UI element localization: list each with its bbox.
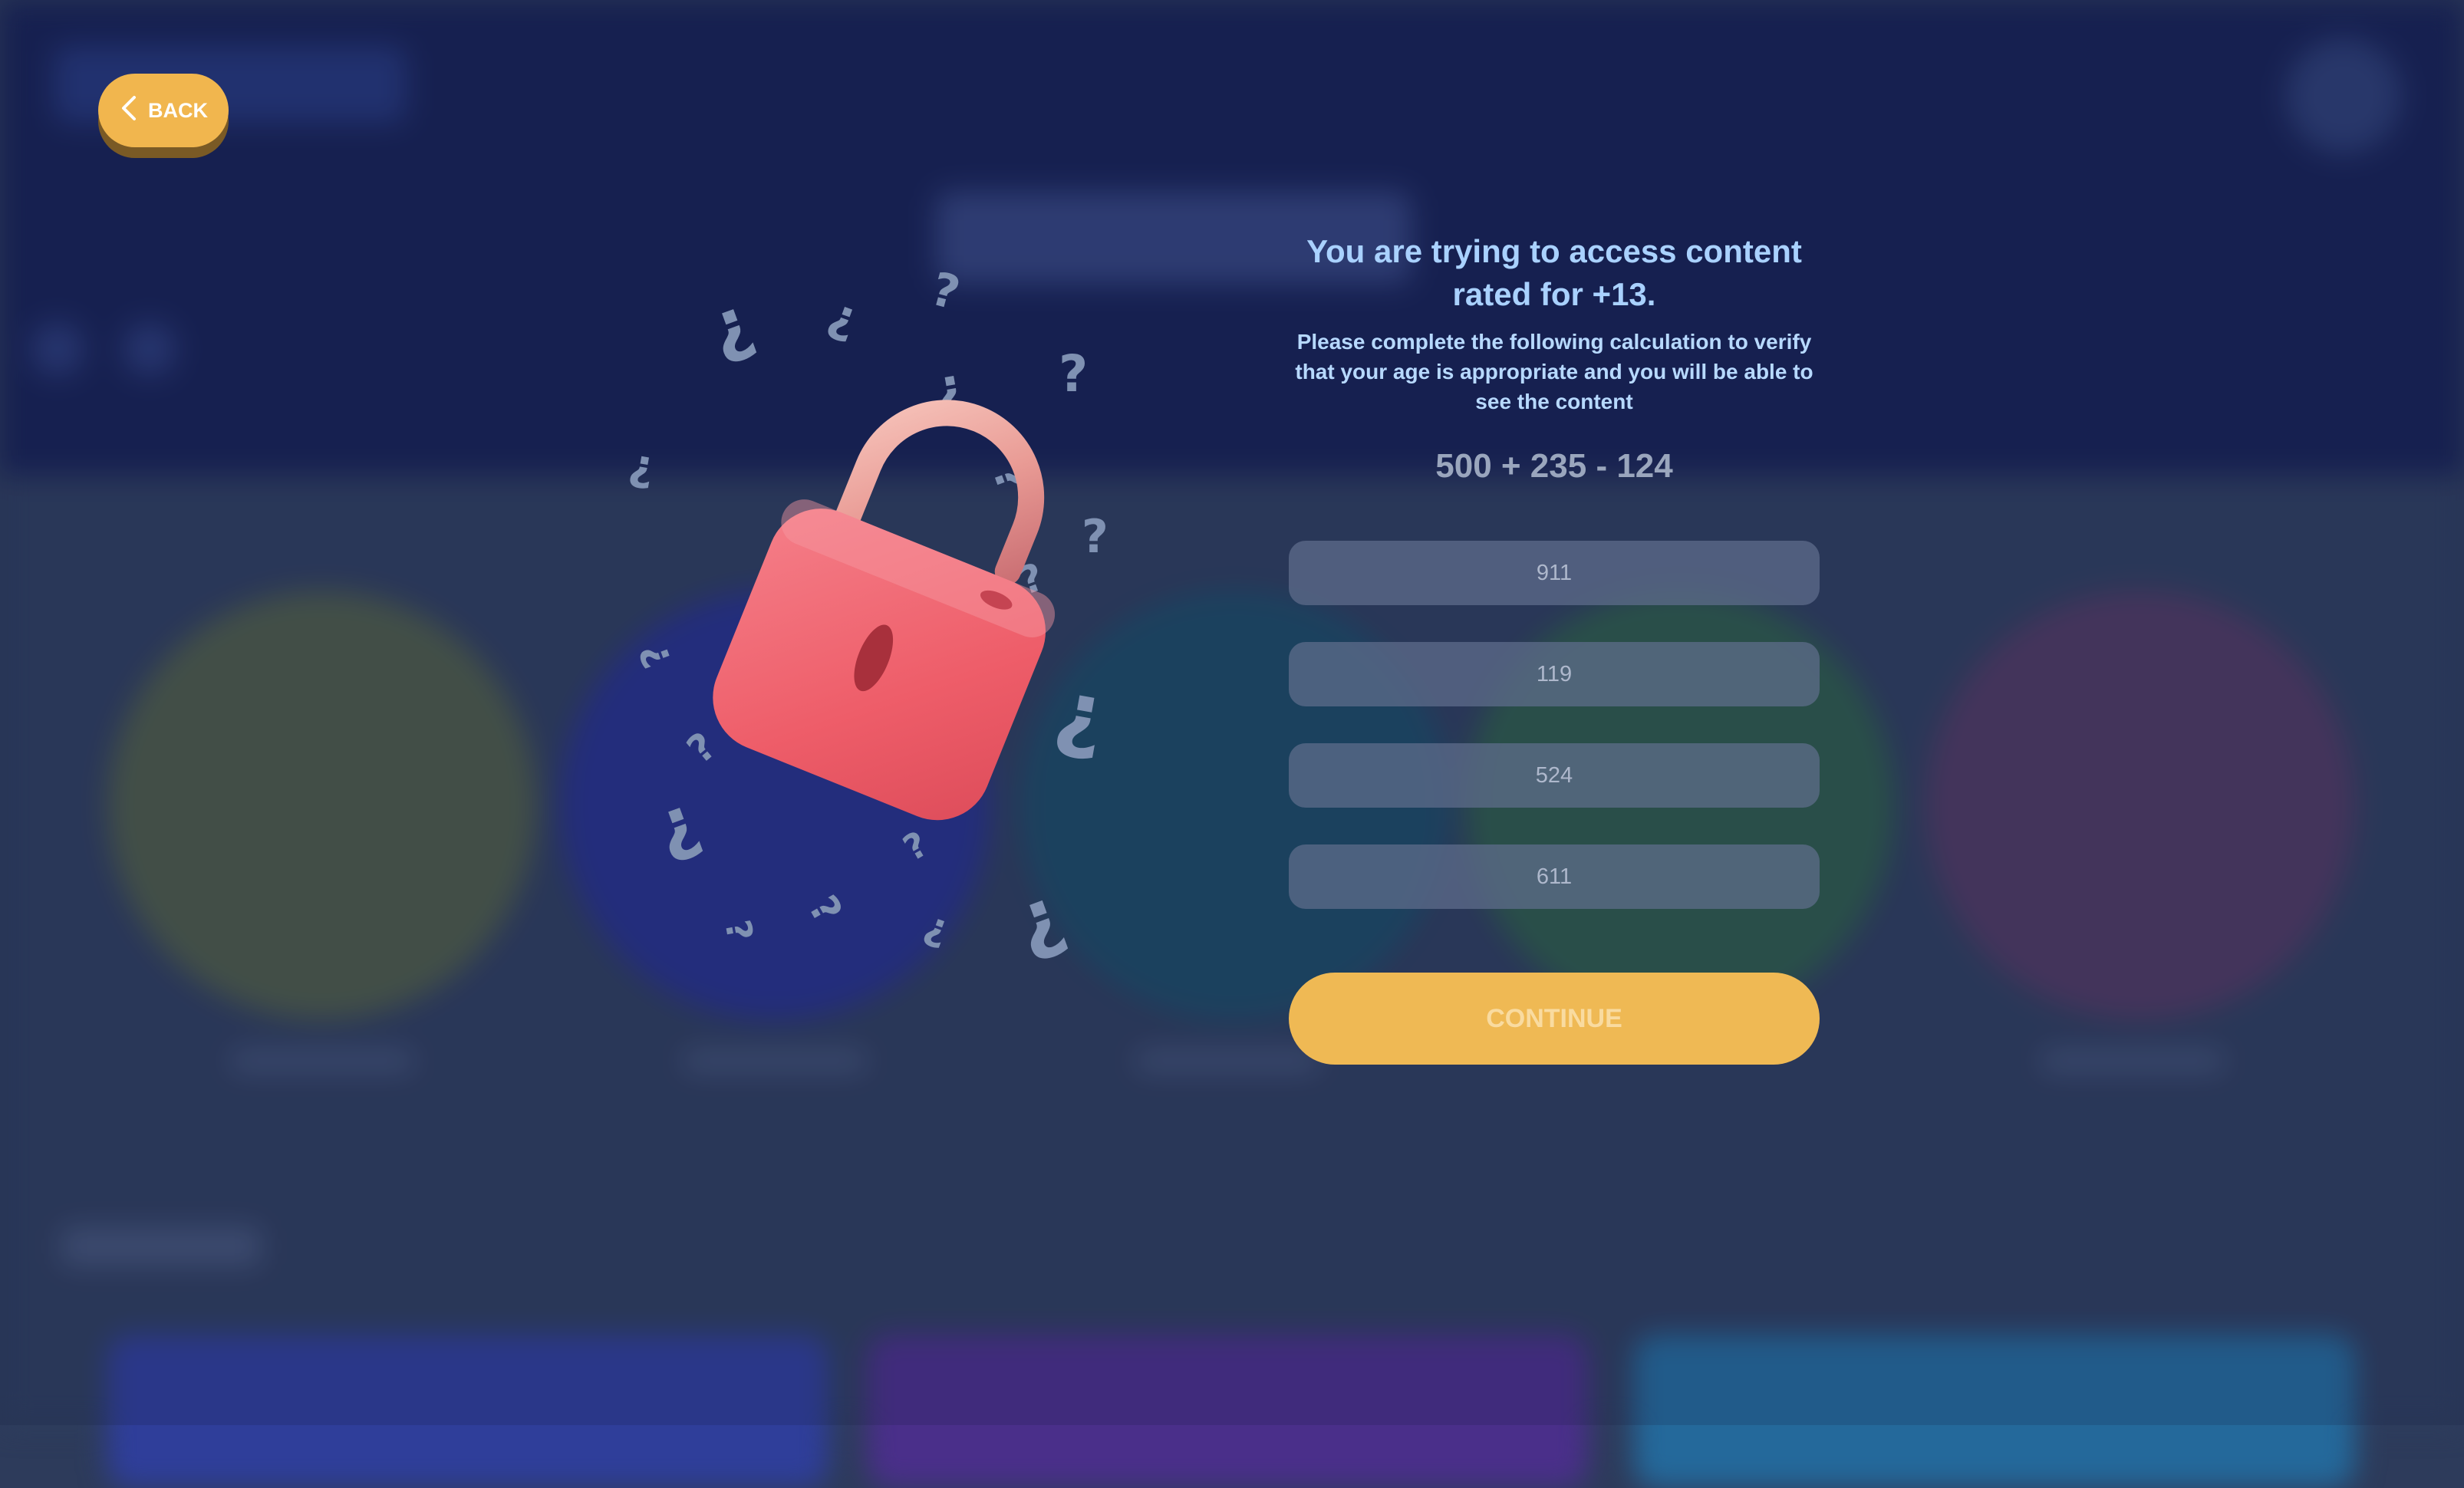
calculation-question: 500 + 235 - 124: [1435, 447, 1673, 485]
modal-overlay: [0, 0, 2464, 1425]
back-button-label: BACK: [148, 98, 208, 122]
answer-option[interactable]: 119: [1289, 642, 1820, 706]
answer-options: 911 119 524 611: [1289, 541, 1820, 909]
back-button[interactable]: BACK: [98, 74, 229, 147]
age-gate-instructions: Please complete the following calculatio…: [1295, 330, 1813, 413]
answer-option[interactable]: 611: [1289, 844, 1820, 909]
answer-option[interactable]: 524: [1289, 743, 1820, 808]
lock-illustration: ? ? ? ? ? ? ? ? ? ? ? ? ? ? ? ? ? ?: [614, 253, 1151, 1005]
answer-option[interactable]: 911: [1289, 541, 1820, 605]
age-verification-panel: You are trying to access content rated f…: [1289, 230, 1820, 946]
continue-button[interactable]: CONTINUE: [1289, 973, 1820, 1065]
chevron-left-icon: [119, 95, 140, 127]
age-gate-title: You are trying to access content rated f…: [1306, 233, 1802, 312]
padlock-icon: [713, 400, 1056, 821]
